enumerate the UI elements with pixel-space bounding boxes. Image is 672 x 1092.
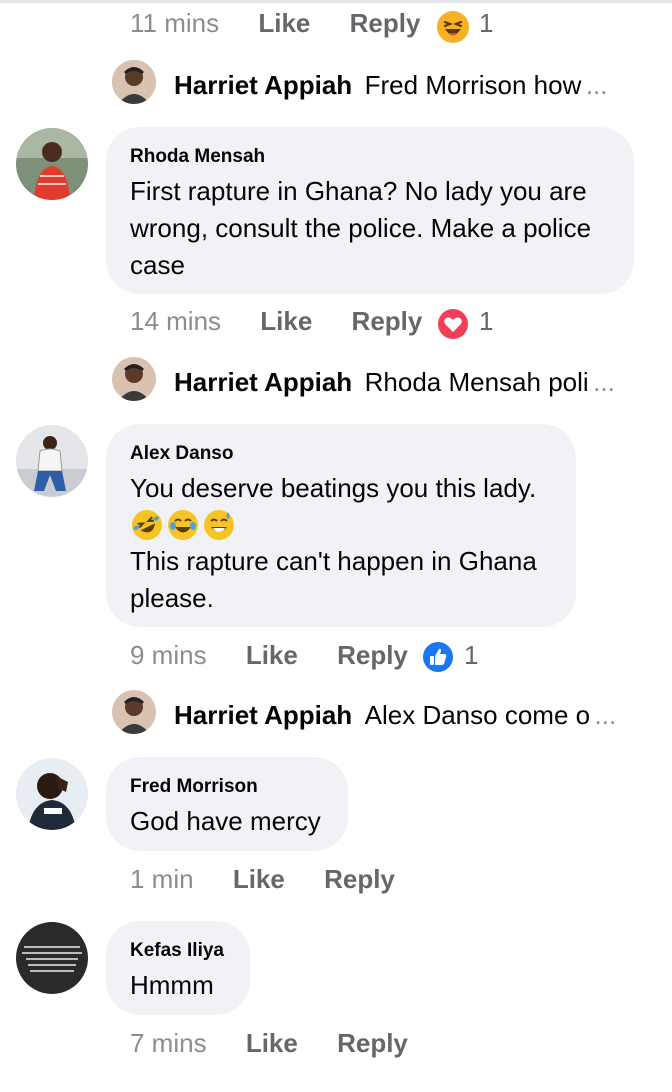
comment-bubble[interactable]: Kefas Iliya Hmmm (106, 921, 250, 1015)
top-divider (0, 0, 672, 3)
reply-ellipsis: ... (585, 70, 608, 100)
reply-button[interactable]: Reply (352, 306, 423, 336)
comment-time: 9 mins (130, 640, 207, 670)
comment-meta-row: 1 min Like Reply (130, 864, 395, 895)
avatar[interactable] (16, 758, 88, 830)
comment-text-continued: This rapture can't happen in Ghana pleas… (130, 546, 537, 613)
reply-preview[interactable]: Harriet Appiah Rhoda Mensah poli ... (174, 367, 615, 407)
reply-button[interactable]: Reply (350, 8, 421, 38)
reply-text: Alex Danso come o (364, 700, 591, 730)
comment-meta-row: 11 mins Like Reply (130, 8, 420, 39)
reply-button[interactable]: Reply (324, 864, 395, 894)
comment-bubble[interactable]: Alex Danso You deserve beatings you this… (106, 424, 576, 627)
reply-author-name[interactable]: Harriet Appiah (174, 700, 352, 730)
avatar[interactable] (112, 690, 156, 734)
reply-text: Rhoda Mensah poli (364, 367, 589, 397)
like-button[interactable]: Like (260, 306, 312, 336)
avatar[interactable] (112, 357, 156, 401)
like-button[interactable]: Like (233, 864, 285, 894)
comment-author[interactable]: Fred Morrison (130, 775, 324, 799)
reaction-count[interactable]: 1 (464, 640, 478, 671)
comment-author[interactable]: Rhoda Mensah (130, 145, 610, 169)
avatar[interactable] (16, 922, 88, 994)
reply-preview[interactable]: Harriet Appiah Alex Danso come o ... (174, 700, 616, 740)
love-reaction-icon[interactable] (437, 308, 469, 340)
reply-ellipsis: ... (593, 367, 615, 397)
reaction-count[interactable]: 1 (479, 8, 493, 39)
comment-meta-row: 7 mins Like Reply (130, 1028, 408, 1059)
tears-of-joy-emoji-icon (168, 510, 198, 540)
reply-ellipsis: ... (594, 700, 617, 730)
comment-time: 11 mins (130, 8, 220, 38)
like-reaction-icon[interactable] (422, 641, 454, 673)
comment-time: 1 min (130, 864, 194, 894)
avatar[interactable] (16, 128, 88, 200)
reply-button[interactable]: Reply (337, 640, 408, 670)
rolling-laughing-emoji-icon (132, 510, 162, 540)
avatar[interactable] (16, 425, 88, 497)
like-button[interactable]: Like (246, 1028, 298, 1058)
comment-author[interactable]: Kefas Iliya (130, 939, 226, 963)
like-button[interactable]: Like (246, 640, 298, 670)
comment-meta-row: 14 mins Like Reply (130, 306, 422, 337)
laugh-reaction-icon[interactable] (436, 10, 470, 44)
reply-author-name[interactable]: Harriet Appiah (174, 70, 352, 100)
like-button[interactable]: Like (258, 8, 310, 38)
avatar[interactable] (112, 60, 156, 104)
comment-text: You deserve beatings you this lady. (130, 473, 537, 503)
comment-bubble[interactable]: Fred Morrison God have mercy (106, 757, 348, 851)
comment-time: 14 mins (130, 306, 222, 336)
comment-bubble[interactable]: Rhoda Mensah First rapture in Ghana? No … (106, 127, 634, 294)
reaction-count[interactable]: 1 (479, 306, 493, 337)
comment-text: Hmmm (130, 970, 214, 1000)
comment-time: 7 mins (130, 1028, 207, 1058)
comment-author[interactable]: Alex Danso (130, 442, 552, 466)
grinning-sweat-emoji-icon (204, 510, 234, 540)
reply-preview[interactable]: Harriet Appiah Fred Morrison how ... (174, 70, 608, 110)
reply-text: Fred Morrison how (364, 70, 582, 100)
reply-button[interactable]: Reply (337, 1028, 408, 1058)
reply-author-name[interactable]: Harriet Appiah (174, 367, 352, 397)
comment-meta-row: 9 mins Like Reply (130, 640, 408, 671)
emoji-row (130, 507, 552, 543)
comment-text: First rapture in Ghana? No lady you are … (130, 176, 592, 280)
comment-text: God have mercy (130, 806, 321, 836)
